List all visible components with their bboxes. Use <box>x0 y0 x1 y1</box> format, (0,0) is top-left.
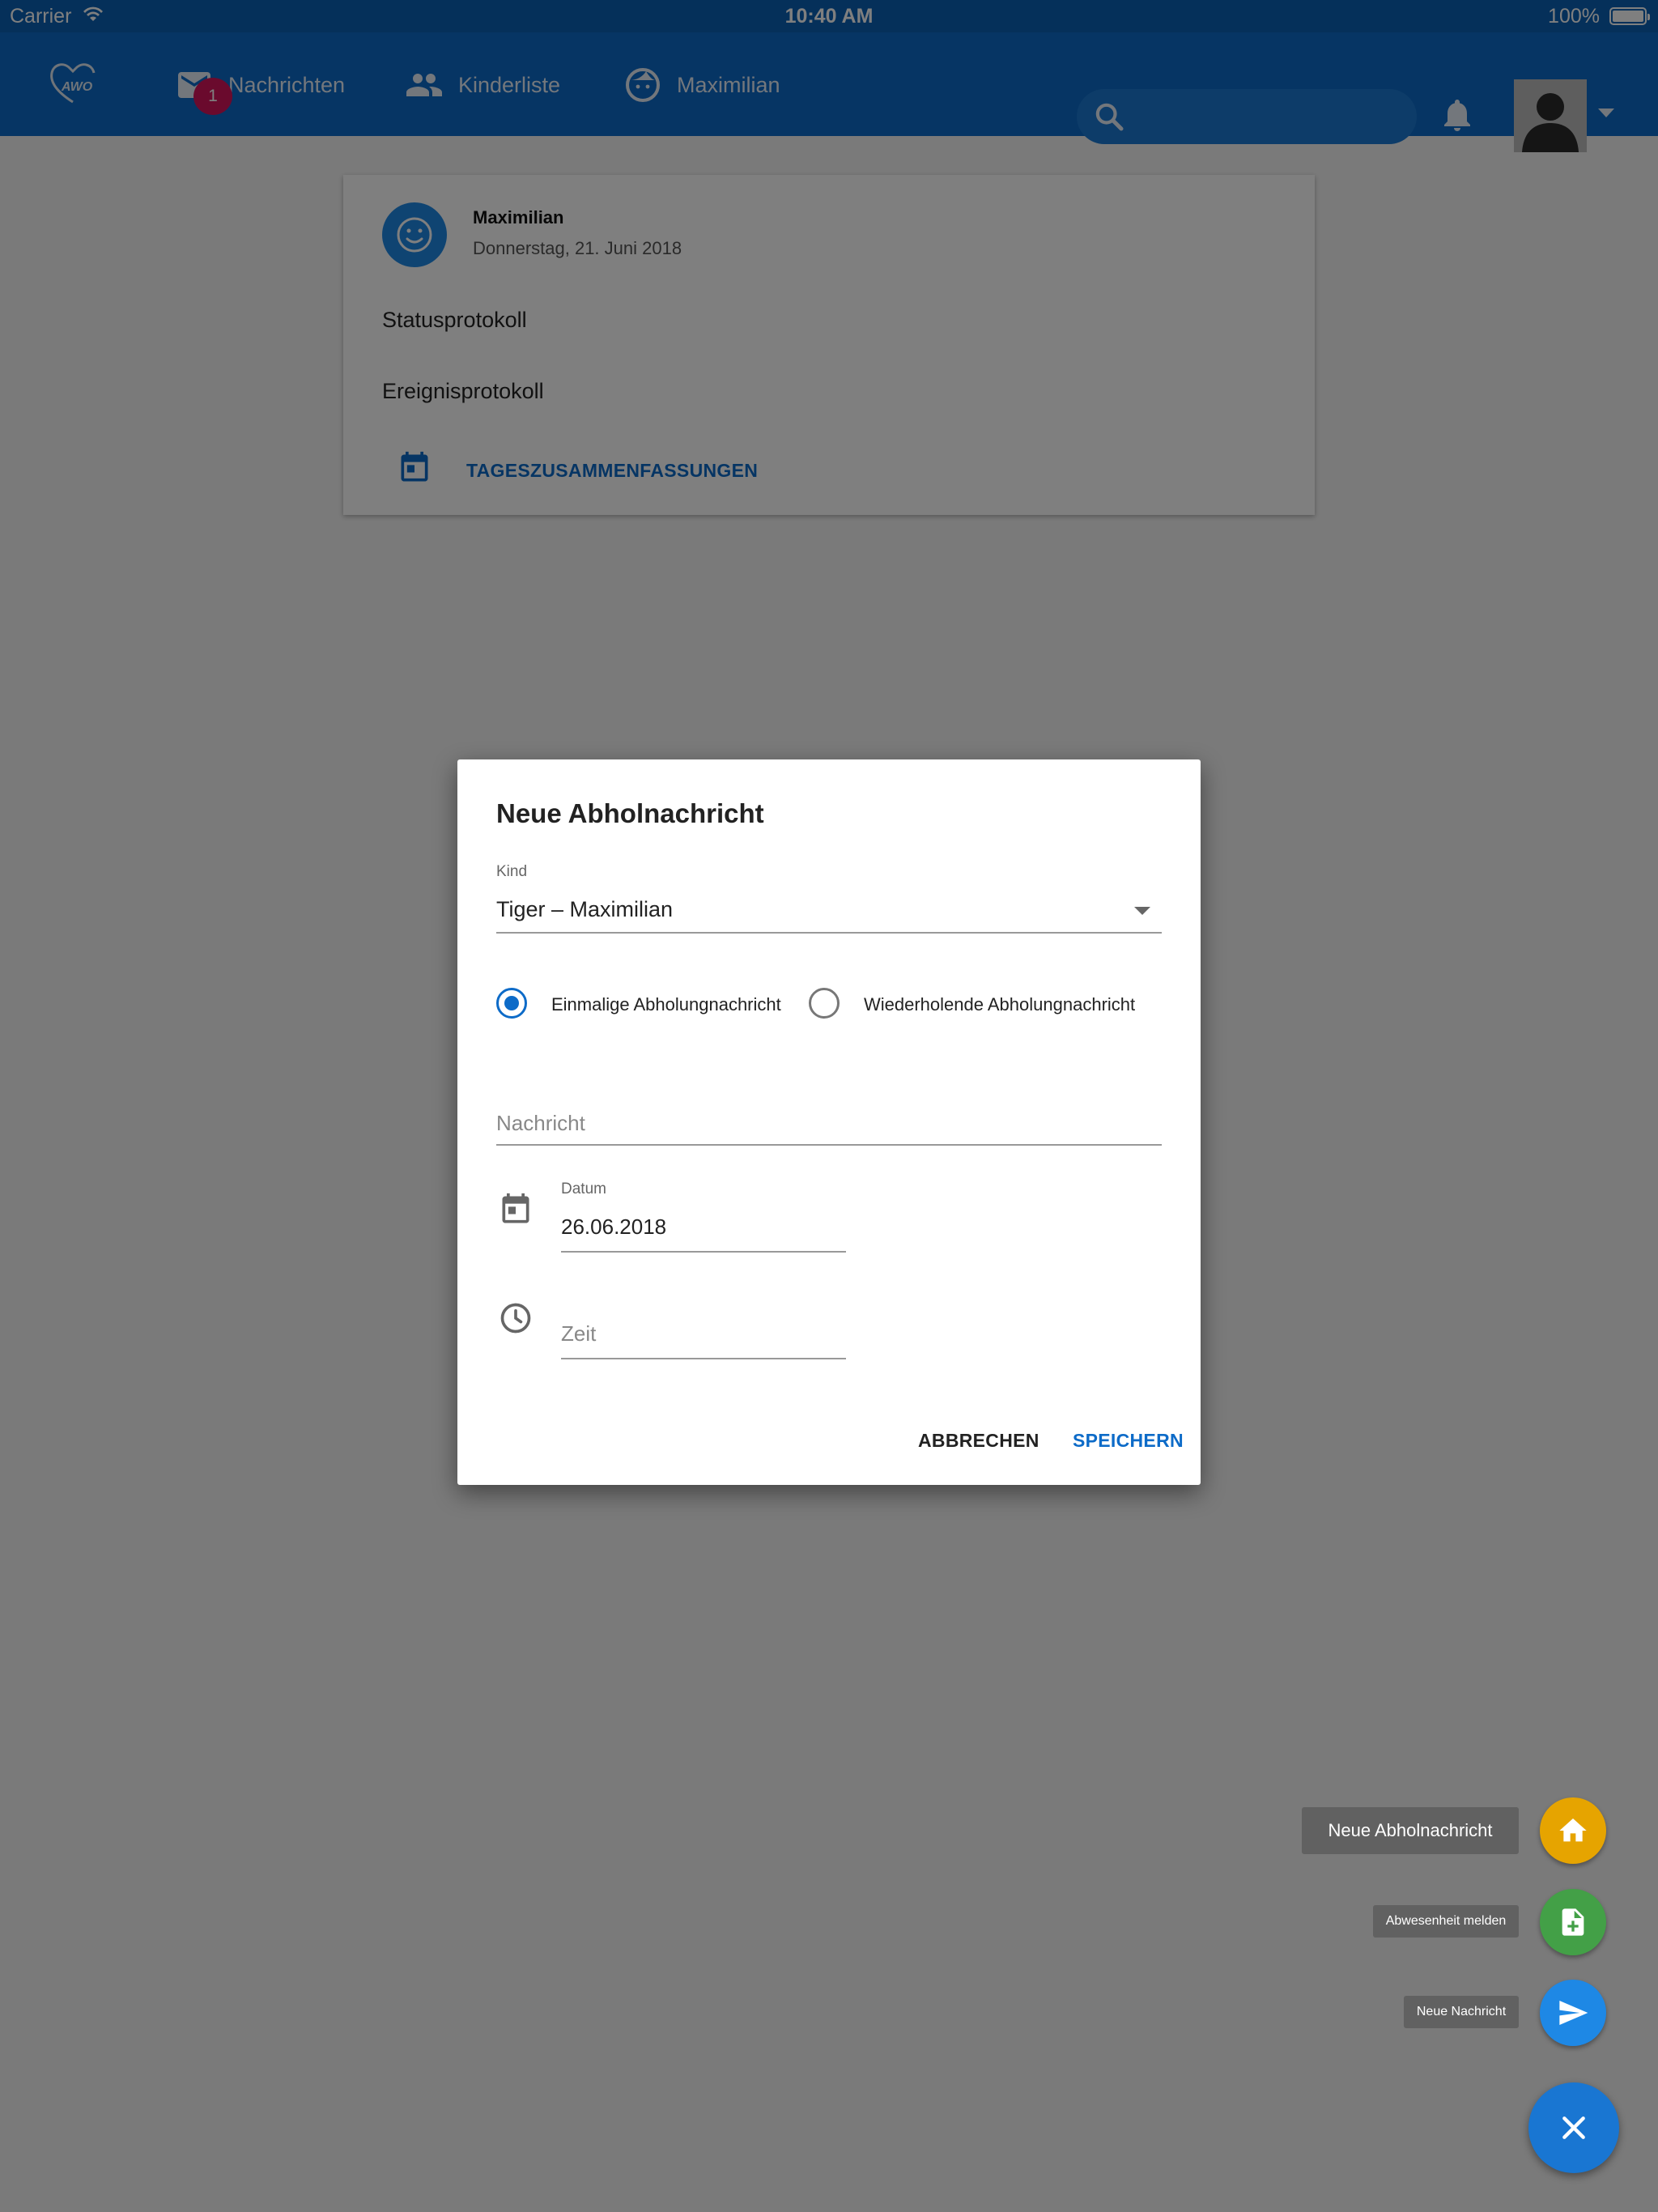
fab-report-absence-button[interactable] <box>1540 1889 1606 1955</box>
dropdown-arrow-icon[interactable] <box>1134 907 1150 915</box>
pickup-message-dialog: Neue Abholnachricht Kind Tiger – Maximil… <box>457 759 1201 1485</box>
date-input-underline <box>561 1251 846 1253</box>
clock-icon <box>500 1303 531 1334</box>
note-add-icon <box>1562 1908 1584 1936</box>
radio-recurring[interactable] <box>809 988 840 1019</box>
radio-recurring-label[interactable]: Wiederholende Abholungnachricht <box>864 994 1135 1015</box>
save-button[interactable]: SPEICHERN <box>1073 1430 1184 1452</box>
message-input[interactable]: Nachricht <box>496 1111 585 1136</box>
fab-close-button[interactable] <box>1528 2082 1619 2173</box>
child-field-label: Kind <box>496 863 528 880</box>
fab-pickup-message-button[interactable] <box>1540 1797 1606 1864</box>
child-select[interactable]: Tiger – Maximilian <box>496 897 673 922</box>
close-icon <box>1562 2116 1585 2139</box>
date-field-label: Datum <box>561 1180 606 1197</box>
time-input[interactable]: Zeit <box>561 1321 596 1346</box>
radio-one-time-label[interactable]: Einmalige Abholungnachricht <box>551 994 781 1015</box>
fab-report-absence-label[interactable]: Abwesenheit melden <box>1373 1905 1519 1938</box>
time-input-underline <box>561 1358 846 1359</box>
date-input[interactable]: 26.06.2018 <box>561 1214 666 1240</box>
fab-pickup-message-label[interactable]: Neue Abholnachricht <box>1302 1807 1519 1854</box>
calendar-icon <box>502 1193 529 1223</box>
message-input-underline <box>496 1144 1162 1146</box>
fab-new-message-label[interactable]: Neue Nachricht <box>1404 1996 1519 2028</box>
child-select-underline <box>496 932 1162 934</box>
send-icon <box>1559 2001 1588 2025</box>
fab-new-message-button[interactable] <box>1540 1980 1606 2046</box>
radio-one-time[interactable] <box>496 988 527 1019</box>
cancel-button[interactable]: ABBRECHEN <box>918 1430 1039 1452</box>
home-icon <box>1559 1819 1587 1842</box>
dialog-title: Neue Abholnachricht <box>496 798 764 828</box>
